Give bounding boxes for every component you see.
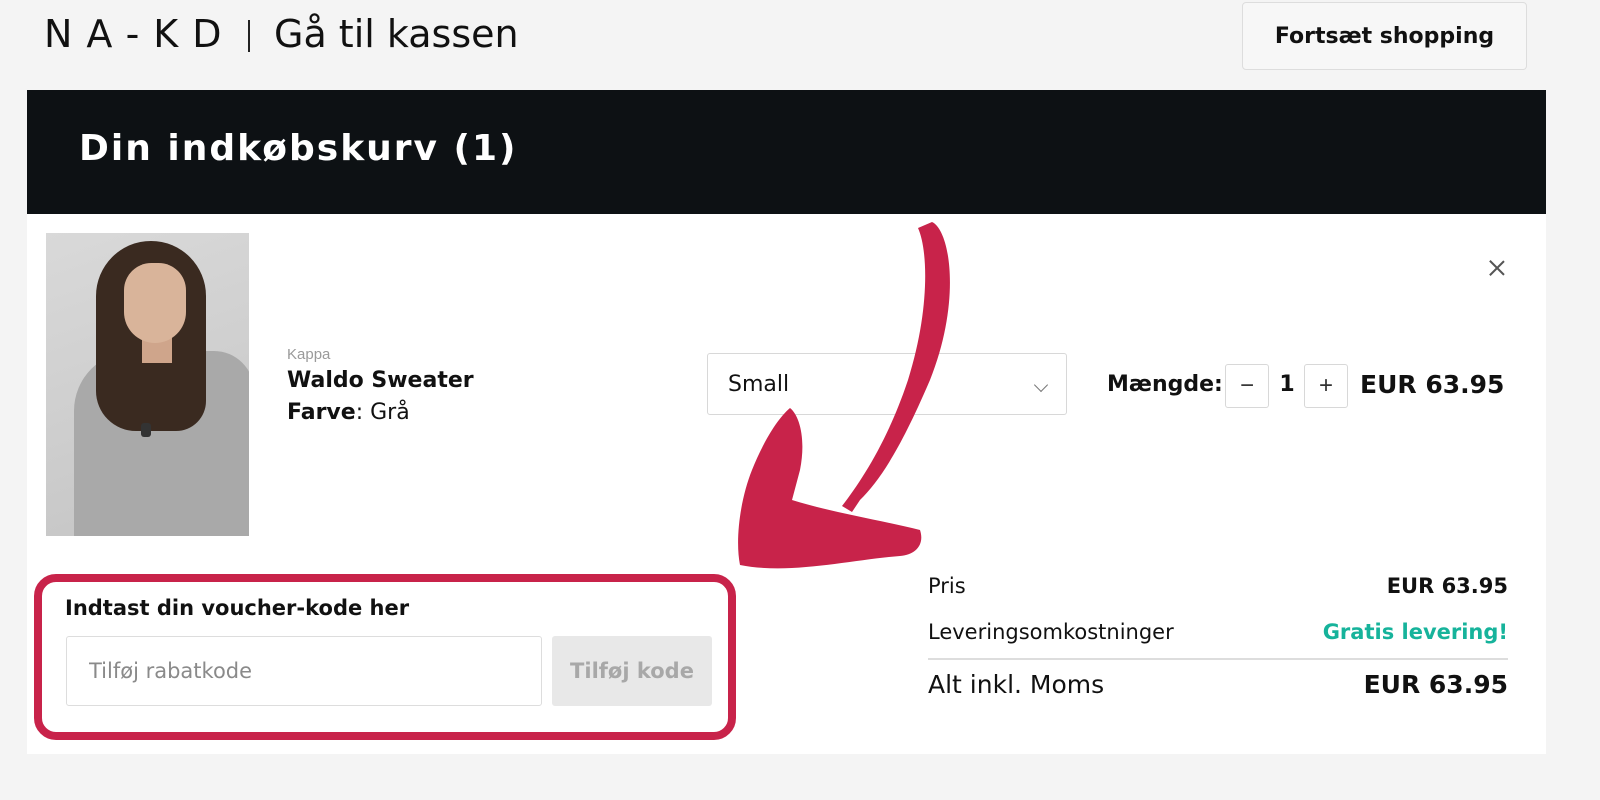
close-icon[interactable] [1485,256,1509,280]
item-price: EUR 63.95 [1360,370,1505,399]
quantity-increase-button[interactable]: + [1304,364,1348,408]
cart-header-banner: Din indkøbskurv (1) [27,90,1546,214]
product-image[interactable] [46,233,249,536]
continue-shopping-button[interactable]: Fortsæt shopping [1242,2,1527,70]
product-brand: Kappa [287,346,331,363]
cart-title: Din indkøbskurv (1) [79,128,518,169]
size-select[interactable]: Small [707,353,1067,415]
summary-delivery-label: Leveringsomkostninger [928,620,1174,644]
chevron-down-icon [1033,377,1049,393]
product-color: Farve: Grå [287,400,410,425]
page-header: NA-KD Gå til kassen Fortsæt shopping [0,0,1600,90]
product-name[interactable]: Waldo Sweater [287,368,474,393]
page-title: Gå til kassen [274,12,519,56]
voucher-code-input[interactable] [66,636,542,706]
header-divider [248,20,250,52]
quantity-decrease-button[interactable]: − [1225,364,1269,408]
summary-total-label: Alt inkl. Moms [928,670,1105,699]
size-select-value: Small [728,371,790,397]
summary-divider [928,658,1508,660]
quantity-label: Mængde: [1107,372,1223,397]
brand-logo[interactable]: NA-KD [44,12,235,56]
summary-price-label: Pris [928,574,966,598]
product-color-label: Farve [287,400,356,425]
product-color-value: : Grå [355,400,410,425]
apply-voucher-button[interactable]: Tilføj kode [552,636,712,706]
voucher-label: Indtast din voucher-kode her [65,596,410,620]
product-image-logo [141,423,151,437]
summary-total-value: EUR 63.95 [1363,670,1508,699]
quantity-value: 1 [1279,372,1295,397]
summary-price-value: EUR 63.95 [1386,574,1508,598]
summary-delivery-value: Gratis levering! [1322,620,1508,644]
product-image-face [124,263,186,343]
